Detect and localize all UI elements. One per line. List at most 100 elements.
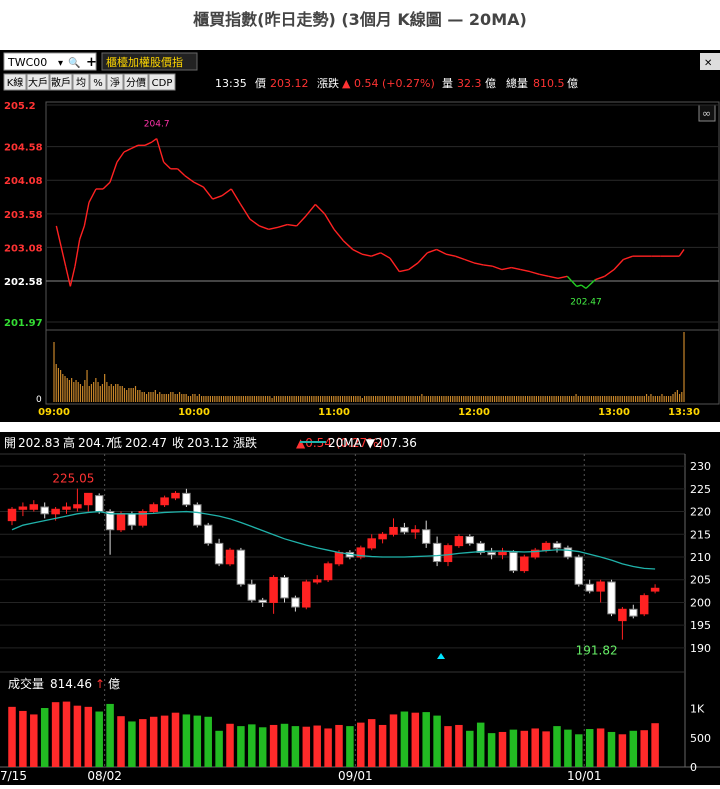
symbol-dropdown-icon[interactable]: ▾ <box>58 58 63 69</box>
k-volume-bar <box>117 716 125 767</box>
volume-bar <box>414 396 416 402</box>
volume-bar <box>234 396 236 402</box>
volume-bar <box>341 396 344 402</box>
candle-body <box>454 536 464 547</box>
volume-bar <box>590 396 593 402</box>
price-segment <box>492 265 503 271</box>
volume-bar <box>297 396 300 402</box>
close-icon[interactable]: ✕ <box>704 58 712 69</box>
tab-label-1[interactable]: 大戶 <box>28 76 48 89</box>
volume-bar <box>645 394 648 402</box>
tab-label-5[interactable]: 淨 <box>110 77 120 89</box>
volume-bar <box>64 376 66 402</box>
tab-label-0[interactable]: K線 <box>7 76 24 89</box>
event-marker-icon <box>437 653 445 659</box>
volume-bar <box>231 396 234 402</box>
volume-bar <box>176 394 178 402</box>
volume-bar <box>293 396 295 402</box>
k-volume-bar <box>8 706 16 767</box>
volume-bar <box>55 364 57 402</box>
y-tick-label: 203.58 <box>4 210 43 221</box>
candle-body <box>247 583 257 601</box>
volume-bar <box>582 396 584 402</box>
volume-bar <box>317 396 319 402</box>
volume-bar <box>471 396 474 402</box>
price-segment <box>212 195 223 200</box>
price-segment <box>399 268 409 273</box>
search-icon[interactable]: 🔍 <box>68 56 80 69</box>
add-icon[interactable]: + <box>86 55 97 70</box>
volume-bar <box>344 396 346 402</box>
y-tick-label: 201.97 <box>4 318 43 329</box>
tab-label-2[interactable]: 散戶 <box>51 76 71 89</box>
tab-label-4[interactable]: % <box>93 78 103 89</box>
volume-bar <box>247 396 249 402</box>
volume-bar <box>355 396 357 402</box>
k-volume-bar <box>149 716 158 767</box>
y-tick-label: 204.08 <box>4 176 43 187</box>
volume-bar <box>449 396 452 402</box>
candle-body <box>650 587 660 592</box>
tab-label-6[interactable]: 分價 <box>126 76 146 89</box>
k-volume-bar <box>139 719 147 767</box>
intraday-volume-bars <box>53 332 685 402</box>
k-x-ticks: 7/15 08/02 09/01 10/01 <box>0 769 602 783</box>
volume-bar <box>401 396 403 402</box>
volume-bar <box>520 396 522 402</box>
y-tick-label: 202.58 <box>4 277 43 288</box>
candle-body <box>291 597 300 608</box>
k-volume-unit: 億 <box>108 677 120 691</box>
candle-body <box>585 583 594 592</box>
volume-bar <box>379 396 381 402</box>
price-segment <box>55 225 62 247</box>
volume-bar <box>628 396 630 402</box>
volume-bar <box>357 396 359 402</box>
volume-bar <box>573 396 575 402</box>
price-segment <box>427 248 437 254</box>
volume-bar <box>117 384 119 402</box>
volume-bar <box>458 396 460 402</box>
symbol-text: TWC00 <box>7 56 47 69</box>
volume-bar <box>280 396 282 402</box>
candle-body <box>520 556 529 572</box>
price-segment <box>380 252 391 259</box>
page-title: 櫃買指數(昨日走勢) (3個月 K線圖 — 20MA) <box>193 10 527 29</box>
candle-body <box>367 538 376 549</box>
volume-bar <box>615 396 617 402</box>
volume-bar <box>425 396 427 402</box>
volume-bar <box>412 396 414 402</box>
volume-bar <box>643 396 645 402</box>
price-segment <box>580 284 587 289</box>
price-segment <box>389 257 400 273</box>
high-value: 204.7 <box>78 436 112 450</box>
volume-bar <box>546 396 549 402</box>
volume-bar <box>267 396 269 402</box>
price-segment <box>259 225 269 230</box>
candle-body <box>149 504 158 513</box>
candle-body <box>18 506 28 510</box>
volume-bar <box>198 394 200 402</box>
k-volume-bar <box>204 716 212 767</box>
x-tick-label: 13:00 <box>598 407 630 418</box>
volume-bar <box>130 388 132 402</box>
volume-bar <box>454 396 456 402</box>
volume-bar <box>599 396 601 402</box>
k-y-tick-label: 230 <box>690 460 711 473</box>
candle-body <box>258 599 267 603</box>
volume-bar <box>555 396 557 402</box>
link-icon[interactable]: ∞ <box>702 107 711 120</box>
k-volume-tick-label: 500 <box>690 732 711 745</box>
volume-bar <box>648 396 650 402</box>
volume-bar <box>313 396 315 402</box>
volume-bar <box>566 396 568 402</box>
tab-label-3[interactable]: 均 <box>76 77 86 89</box>
tab-label-7[interactable]: CDP <box>152 78 173 89</box>
price-segment <box>361 253 372 257</box>
candle-body <box>629 608 638 617</box>
volume-label: 量 <box>442 77 453 90</box>
price-segment <box>79 225 85 240</box>
candle-body <box>236 549 246 585</box>
volume-bar <box>491 396 493 402</box>
volume-bar <box>62 374 64 402</box>
k-volume-label: 成交量 <box>8 676 44 691</box>
